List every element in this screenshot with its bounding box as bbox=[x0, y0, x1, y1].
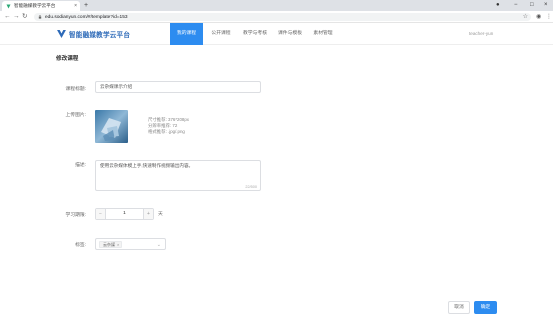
brand-name: 智能融媒教学云平台 bbox=[69, 32, 131, 39]
lock-icon bbox=[38, 15, 42, 19]
cover-thumbnail bbox=[95, 110, 128, 143]
page-title: 修改课程 bbox=[56, 56, 79, 62]
increment-button[interactable]: + bbox=[143, 209, 153, 219]
reload-icon[interactable]: ↻ bbox=[22, 12, 27, 22]
nav-my-courses[interactable]: 我的课程 bbox=[170, 23, 203, 45]
duration-label: 学习期限: bbox=[65, 213, 86, 218]
chevron-down-icon[interactable]: ⌄ bbox=[157, 240, 161, 250]
browser-tab[interactable]: 智能融媒教学云平台 × bbox=[2, 1, 80, 11]
course-cover-image[interactable] bbox=[95, 110, 128, 143]
app-header: 智能融媒教学云平台 我的课程 公开课程 教学与考核 课件与模板 素材管理 tea… bbox=[0, 23, 553, 45]
nav-public-courses[interactable]: 公开课程 bbox=[206, 23, 236, 45]
tag-chip: 云杂媒 × bbox=[99, 241, 123, 248]
window-close-icon[interactable]: × bbox=[544, 1, 548, 10]
tab-title: 智能融媒教学云平台 bbox=[14, 3, 56, 8]
description-text: 使用云杂媒体模上手,快速制作视频输出内容。 bbox=[100, 163, 194, 168]
tag-close-icon[interactable]: × bbox=[117, 242, 119, 247]
char-counter: 22/500 bbox=[245, 185, 257, 189]
tags-select[interactable]: 云杂媒 × ⌄ bbox=[95, 238, 166, 250]
description-label: 描述: bbox=[75, 163, 86, 168]
account-icon[interactable]: ◉ bbox=[536, 12, 541, 22]
upload-hints: 尺寸推荐: 376*208px 分辨率推荐: 72 格式推荐: .jpg/.pn… bbox=[148, 117, 189, 135]
hint-format: 格式推荐: .jpg/.png bbox=[148, 129, 185, 134]
duration-unit: 天 bbox=[158, 212, 163, 217]
upload-image-label: 上传图片: bbox=[65, 113, 86, 118]
minimize-icon[interactable]: − bbox=[514, 1, 518, 10]
bookmark-star-icon[interactable]: ☆ bbox=[523, 13, 528, 21]
profile-icon[interactable]: ● bbox=[496, 1, 500, 10]
new-tab-button[interactable]: + bbox=[84, 1, 88, 10]
cancel-button[interactable]: 取消 bbox=[448, 301, 470, 314]
maximize-icon[interactable]: □ bbox=[530, 1, 534, 10]
decrement-button[interactable]: − bbox=[96, 209, 106, 219]
brand-logo[interactable]: 智能融媒教学云平台 bbox=[57, 29, 130, 39]
url-text: edu.sodianyun.com/#/template?id=153 bbox=[45, 14, 128, 20]
tags-label: 标签: bbox=[75, 243, 86, 248]
favicon-icon bbox=[6, 4, 11, 8]
nav-courseware-templates[interactable]: 课件与模板 bbox=[274, 23, 306, 45]
address-bar[interactable]: edu.sodianyun.com/#/template?id=153 ☆ bbox=[34, 13, 531, 21]
duration-input[interactable]: 1 bbox=[106, 209, 143, 219]
course-title-label: 课程标题: bbox=[65, 87, 86, 92]
forward-icon[interactable]: → bbox=[13, 12, 20, 22]
tag-text: 云杂媒 bbox=[103, 242, 115, 247]
nav-teaching-assessment[interactable]: 教学与考核 bbox=[239, 23, 271, 45]
confirm-button[interactable]: 确定 bbox=[474, 301, 497, 314]
browser-tabstrip: 智能融媒教学云平台 × + ● − □ × bbox=[0, 0, 553, 11]
description-textarea[interactable]: 使用云杂媒体模上手,快速制作视频输出内容。 22/500 bbox=[95, 160, 261, 191]
browser-toolbar: ← → ↻ edu.sodianyun.com/#/template?id=15… bbox=[0, 11, 553, 23]
duration-stepper: − 1 + bbox=[95, 208, 154, 220]
tab-close-icon[interactable]: × bbox=[74, 3, 77, 9]
menu-icon[interactable]: ⋮ bbox=[546, 12, 552, 22]
logo-icon bbox=[57, 30, 66, 38]
username[interactable]: teacher-yun bbox=[469, 23, 493, 45]
course-title-input[interactable]: 云杂媒课示介绍 bbox=[95, 81, 261, 93]
back-icon[interactable]: ← bbox=[4, 12, 11, 22]
nav-materials[interactable]: 素材管理 bbox=[309, 23, 337, 45]
